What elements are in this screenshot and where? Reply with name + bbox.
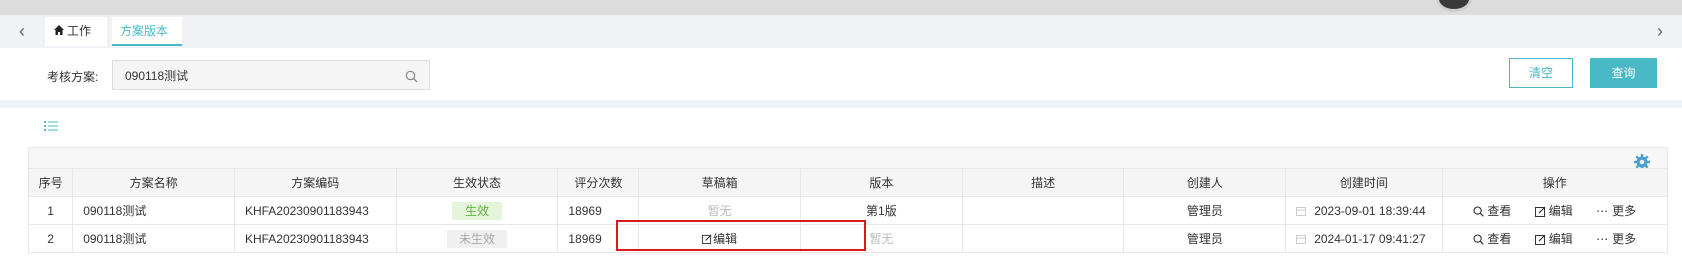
cell-version: 第1版 [800, 196, 963, 225]
search-label: 考核方案: [47, 70, 99, 84]
search-icon[interactable] [405, 70, 418, 83]
chevron-right-icon[interactable]: › [1650, 22, 1670, 42]
clear-button[interactable]: 清空 [1509, 58, 1573, 88]
column-header[interactable]: 草稿箱 [638, 168, 801, 197]
column-header[interactable]: 评分次数 [557, 168, 640, 197]
plan-version-table: 序号 方案名称 方案编码 生效状态 评分次数 草稿箱 版本 描述 创建人 创建时… [27, 168, 1669, 253]
cell-creator: 管理员 [1123, 196, 1287, 225]
tab-label: 方案版本 [120, 24, 169, 38]
more-label: 更多 [1612, 232, 1637, 246]
column-header[interactable]: 序号 [27, 168, 74, 197]
status-badge: 未生效 [447, 229, 508, 248]
query-button[interactable]: 查询 [1590, 58, 1657, 88]
cell-index: 2 [27, 224, 74, 253]
cell-score-count: 18969 [557, 196, 640, 225]
list-icon[interactable] [44, 120, 58, 132]
draft-edit-link[interactable]: 编辑 [702, 232, 737, 246]
plan-search-input[interactable] [112, 60, 430, 90]
tab-bar: ‹ 工作台 方案版本 › [0, 15, 1682, 67]
camera-icon [1436, 0, 1472, 12]
view-label: 查看 [1487, 232, 1512, 246]
view-icon [1473, 234, 1485, 245]
cell-plan-code: KHFA20230901183943 [233, 224, 397, 253]
cell-status: 未生效 [395, 224, 559, 253]
more-button[interactable]: ⋯ 更多 [1596, 202, 1636, 219]
created-at-text: 2024-01-17 09:41:27 [1314, 231, 1426, 246]
cell-index: 1 [27, 196, 74, 225]
draft-edit-label: 编辑 [713, 232, 738, 246]
table-header-row: 序号 方案名称 方案编码 生效状态 评分次数 草稿箱 版本 描述 创建人 创建时… [27, 168, 1669, 197]
tab-plan-version[interactable]: 方案版本 [112, 17, 182, 46]
column-header[interactable]: 生效状态 [395, 168, 559, 197]
table-row[interactable]: 1 090118测试 KHFA20230901183943 生效 18969 暂… [27, 196, 1669, 225]
column-header[interactable]: 方案编码 [233, 168, 397, 197]
home-icon [54, 25, 64, 35]
chevron-left-icon[interactable]: ‹ [12, 22, 32, 42]
calendar-icon [1296, 206, 1307, 216]
view-icon [1473, 206, 1485, 217]
edit-icon [1534, 206, 1546, 217]
cell-status: 生效 [395, 196, 559, 225]
more-icon: ⋯ [1596, 232, 1609, 246]
column-header[interactable]: 方案名称 [72, 168, 235, 197]
more-icon: ⋯ [1596, 204, 1609, 218]
table-row[interactable]: 2 090118测试 KHFA20230901183943 未生效 18969 … [27, 224, 1669, 253]
edit-icon [702, 234, 712, 244]
cell-description [961, 224, 1125, 253]
column-header[interactable]: 描述 [961, 168, 1125, 197]
cell-plan-code: KHFA20230901183943 [233, 196, 397, 225]
created-at-text: 2023-09-01 18:39:44 [1314, 203, 1426, 218]
column-header[interactable]: 操作 [1441, 168, 1669, 197]
view-button[interactable]: 查看 [1473, 230, 1511, 247]
cell-actions: 查看 编辑 ⋯ 更多 [1441, 196, 1669, 225]
cell-score-count: 18969 [557, 224, 640, 253]
column-header[interactable]: 版本 [800, 168, 963, 197]
edit-icon [1534, 234, 1546, 245]
column-header[interactable]: 创建人 [1123, 168, 1287, 197]
cell-description [961, 196, 1125, 225]
edit-button[interactable]: 编辑 [1534, 230, 1573, 247]
cell-created-at: 2023-09-01 18:39:44 [1285, 196, 1443, 225]
cell-draft: 暂无 [638, 196, 801, 225]
cell-plan-name: 090118测试 [72, 224, 235, 253]
edit-label: 编辑 [1548, 232, 1573, 246]
tab-workbench[interactable]: 工作台 [45, 17, 107, 67]
edit-label: 编辑 [1548, 204, 1573, 218]
section-divider [0, 100, 1682, 108]
cell-actions: 查看 编辑 ⋯ 更多 [1441, 224, 1669, 253]
cell-plan-name: 090118测试 [72, 196, 235, 225]
column-header[interactable]: 创建时间 [1285, 168, 1443, 197]
cell-version: 暂无 [800, 224, 963, 253]
cell-draft: 编辑 [638, 224, 801, 253]
view-button[interactable]: 查看 [1473, 202, 1511, 219]
search-panel: 考核方案: 清空 查询 [9, 48, 1682, 100]
browser-top-strip [0, 0, 1682, 15]
cell-created-at: 2024-01-17 09:41:27 [1285, 224, 1443, 253]
status-badge: 生效 [452, 201, 503, 220]
edit-button[interactable]: 编辑 [1534, 202, 1573, 219]
cell-creator: 管理员 [1123, 224, 1287, 253]
more-button[interactable]: ⋯ 更多 [1596, 230, 1636, 247]
calendar-icon [1296, 234, 1307, 244]
more-label: 更多 [1612, 204, 1637, 218]
view-label: 查看 [1487, 204, 1512, 218]
